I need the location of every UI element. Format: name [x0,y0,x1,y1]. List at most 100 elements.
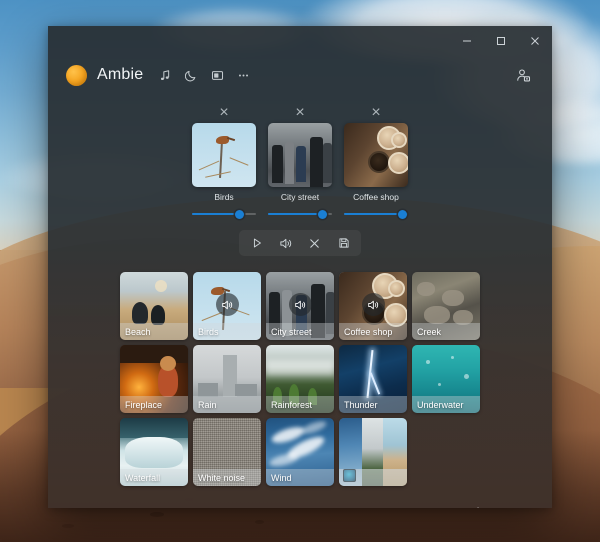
tile-label: White noise [193,469,261,486]
art-detail [391,132,407,148]
slider-thumb[interactable] [318,210,327,219]
close-button[interactable] [518,26,552,56]
window-titlebar [48,26,552,56]
playing-speaker-icon [289,293,312,316]
tile-label: Underwater [412,396,480,413]
active-sound-card: × Coffee shop [344,106,408,220]
more-sounds-link[interactable]: More sounds → [418,502,508,508]
clear-button[interactable] [301,233,328,253]
tile-label [339,469,407,486]
active-sounds-row: × Birds [48,106,552,220]
slider-thumb[interactable] [398,210,407,219]
playing-speaker-icon [362,293,385,316]
ambie-window: Ambie [48,26,552,508]
art-detail [323,143,332,183]
art-detail [296,146,306,182]
volume-slider[interactable] [192,208,256,220]
tile-label: Rain [193,396,261,413]
volume-slider[interactable] [344,208,408,220]
tile-label: Birds [193,323,261,340]
remove-sound-icon[interactable]: × [268,106,332,120]
sound-tile-underwater[interactable]: Underwater [412,345,480,413]
sound-tile-birds[interactable]: Birds [193,272,261,340]
wallpaper-speck [255,520,264,524]
active-sound-card: × Birds [192,106,256,220]
ambie-logo-icon [66,65,87,86]
art-detail [120,345,188,363]
sound-tile-white-noise[interactable]: White noise [193,418,261,486]
play-button[interactable] [243,233,270,253]
sound-grid: Beach [120,272,480,486]
remove-sound-icon[interactable]: × [192,106,256,120]
volume-slider[interactable] [268,208,332,220]
tile-label: Creek [412,323,480,340]
playback-toolbar-wrap [48,230,552,256]
art-detail [464,374,469,379]
art-detail [125,437,182,468]
art-detail [205,171,231,177]
app-header: Ambie [48,56,552,94]
sound-tile-fireplace[interactable]: Fireplace [120,345,188,413]
active-sounds-area: × Birds [48,94,552,256]
arrow-right-icon: → [492,506,503,508]
active-sound-name: Birds [214,192,233,202]
tile-label: Rainforest [266,396,334,413]
art-detail [158,365,178,397]
active-sound-thumbnail[interactable] [344,123,408,187]
moon-icon[interactable] [179,63,203,87]
art-detail [151,305,165,325]
slider-thumb[interactable] [235,210,244,219]
art-detail [199,161,220,171]
header-nav-icons [153,63,255,87]
art-detail [426,360,430,364]
art-detail [310,137,323,187]
playing-speaker-icon [216,293,239,316]
sound-grid-wrap: Beach [48,256,552,486]
minimize-button[interactable] [450,26,484,56]
playback-toolbar [239,230,361,256]
art-detail [424,306,450,324]
sound-tile-wind[interactable]: Wind [266,418,334,486]
slider-fill [192,213,239,215]
tile-label: Coffee shop [339,323,407,340]
slider-fill [344,213,402,215]
screensaver-icon[interactable] [205,63,229,87]
active-sound-name: Coffee shop [353,192,399,202]
tile-label: Fireplace [120,396,188,413]
art-detail [268,451,300,468]
sound-tile-rainforest[interactable]: Rainforest [266,345,334,413]
art-detail [388,280,405,297]
active-sound-thumbnail[interactable] [268,123,332,187]
art-detail [120,418,188,438]
volume-button[interactable] [272,233,299,253]
more-icon[interactable] [231,63,255,87]
wallpaper-speck [150,512,164,517]
sound-tile-waterfall[interactable]: Waterfall [120,418,188,486]
sound-tile-rain[interactable]: Rain [193,345,261,413]
save-button[interactable] [330,233,357,253]
remove-sound-icon[interactable]: × [344,106,408,120]
art-detail [370,373,380,395]
slider-fill [268,213,322,215]
music-note-icon[interactable] [153,63,177,87]
sound-tile-loading[interactable] [339,418,407,486]
art-detail [442,290,464,306]
tile-label: Waterfall [120,469,188,486]
sound-tile-thunder[interactable]: Thunder [339,345,407,413]
art-detail [216,136,229,144]
sound-tile-creek[interactable]: Creek [412,272,480,340]
art-detail [198,383,218,397]
grid-footer: More sounds → [48,486,552,508]
art-detail [272,145,283,183]
active-sound-thumbnail[interactable] [192,123,256,187]
more-sounds-label: More sounds [424,506,485,508]
sound-tile-coffee-shop[interactable]: Coffee shop [339,272,407,340]
maximize-button[interactable] [484,26,518,56]
account-icon[interactable] [510,62,536,88]
tile-label: Beach [120,323,188,340]
sound-tile-beach[interactable]: Beach [120,272,188,340]
sound-tile-city-street[interactable]: City street [266,272,334,340]
art-detail [438,383,441,386]
art-detail [266,360,334,375]
art-detail [155,280,167,292]
